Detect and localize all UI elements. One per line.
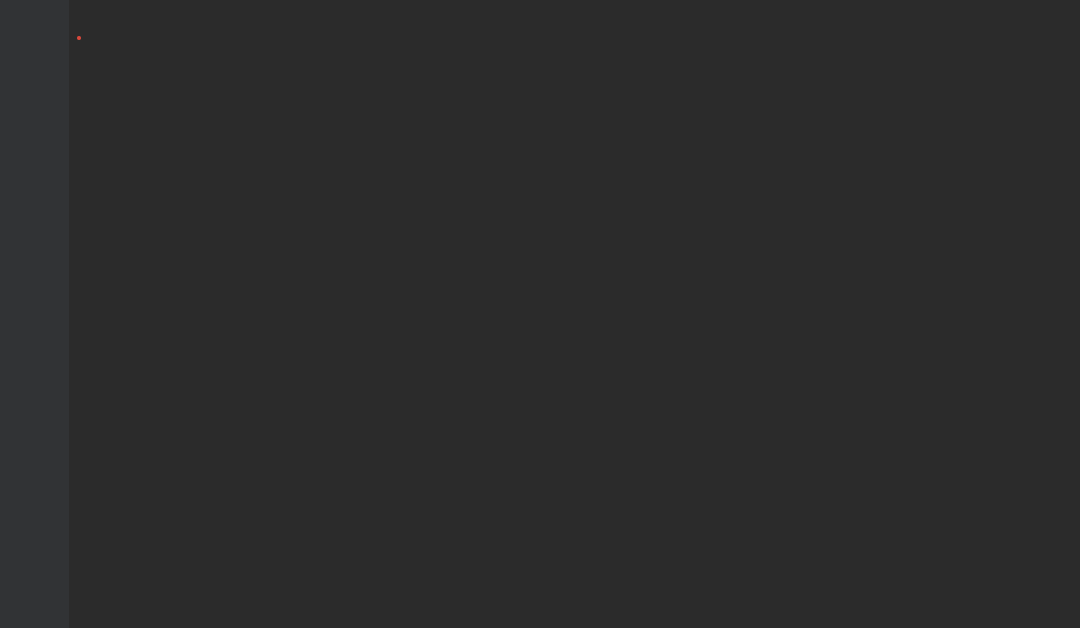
- line-number-gutter[interactable]: [0, 0, 55, 628]
- code-area[interactable]: [69, 0, 1080, 628]
- code-editor: [0, 0, 1080, 628]
- fold-column[interactable]: [55, 0, 69, 628]
- red-annotation-box: [77, 36, 81, 40]
